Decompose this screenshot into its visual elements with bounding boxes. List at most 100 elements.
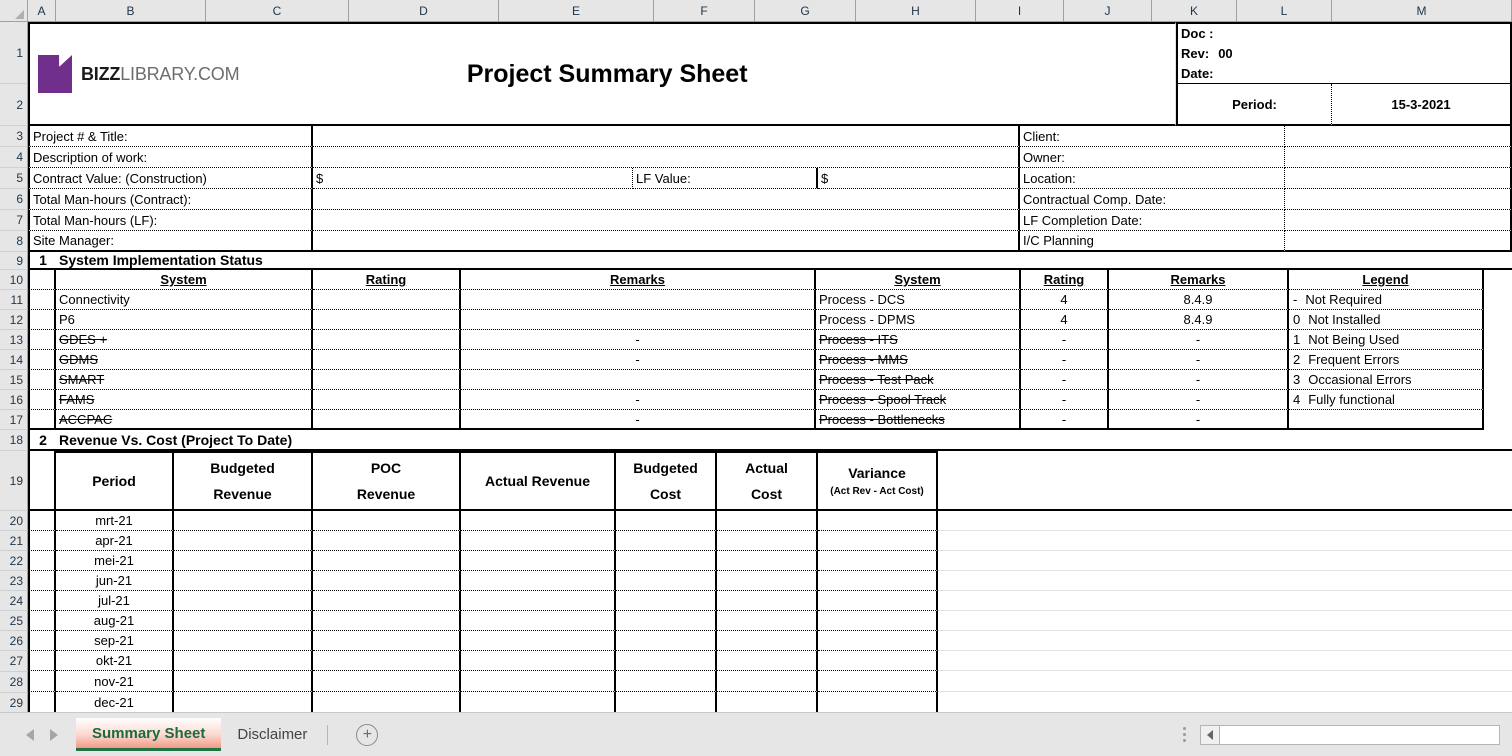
column-header-G[interactable]: G <box>755 0 856 22</box>
s1-right-rating[interactable]: - <box>1021 350 1109 370</box>
lf-value-amount[interactable]: $ <box>818 168 1020 189</box>
s2-actual-cost[interactable] <box>717 611 818 631</box>
row-header-19[interactable]: 19 <box>0 451 28 511</box>
s1-left-rating[interactable] <box>313 310 461 330</box>
row-header-11[interactable]: 11 <box>0 290 28 310</box>
row-header-12[interactable]: 12 <box>0 310 28 330</box>
s2-variance[interactable] <box>818 591 938 611</box>
s2-actual-revenue[interactable] <box>461 531 616 551</box>
select-all-corner[interactable] <box>0 0 28 22</box>
s1-left-remarks[interactable] <box>461 370 816 390</box>
s2-actual-revenue[interactable] <box>461 611 616 631</box>
s2-budgeted-cost[interactable] <box>616 611 717 631</box>
s2-variance[interactable] <box>818 611 938 631</box>
row-header-17[interactable]: 17 <box>0 410 28 430</box>
s2-budgeted-cost[interactable] <box>616 631 717 651</box>
s2-actual-revenue[interactable] <box>461 671 616 692</box>
contractual-comp-date-value[interactable] <box>1285 189 1512 210</box>
s1-left-system[interactable]: Connectivity <box>56 290 313 310</box>
row-header-27[interactable]: 27 <box>0 651 28 672</box>
s2-budgeted-cost[interactable] <box>616 651 717 671</box>
row-header-22[interactable]: 22 <box>0 551 28 571</box>
s2-budgeted-revenue[interactable] <box>174 551 313 571</box>
s1-right-system[interactable]: Process - Spool Track <box>816 390 1021 410</box>
column-header-B[interactable]: B <box>56 0 206 22</box>
s2-variance[interactable] <box>818 671 938 692</box>
s2-poc-revenue[interactable] <box>313 591 461 611</box>
table-row[interactable]: FAMS - Process - Spool Track - - 4 Fully… <box>28 390 1512 410</box>
s2-budgeted-cost[interactable] <box>616 671 717 692</box>
s1-right-remarks[interactable]: 8.4.9 <box>1109 290 1289 310</box>
total-manhours-contract-value[interactable] <box>313 189 1020 210</box>
s2-budgeted-revenue[interactable] <box>174 651 313 671</box>
column-header-C[interactable]: C <box>206 0 349 22</box>
sheet-tab-summary-sheet[interactable]: Summary Sheet <box>76 718 222 751</box>
s1-left-system[interactable]: ACCPAC <box>56 410 313 430</box>
s2-variance[interactable] <box>818 651 938 671</box>
row-header-23[interactable]: 23 <box>0 571 28 591</box>
s2-actual-cost[interactable] <box>717 551 818 571</box>
s2-budgeted-cost[interactable] <box>616 692 717 713</box>
table-row[interactable]: okt-21 <box>28 651 1512 671</box>
s1-left-rating[interactable] <box>313 290 461 310</box>
next-sheet-arrow-icon[interactable] <box>50 728 58 741</box>
s1-right-remarks[interactable]: 8.4.9 <box>1109 310 1289 330</box>
column-header-D[interactable]: D <box>349 0 499 22</box>
column-header-I[interactable]: I <box>976 0 1064 22</box>
row-header-9[interactable]: 9 <box>0 252 28 270</box>
s2-actual-revenue[interactable] <box>461 591 616 611</box>
row-header-18[interactable]: 18 <box>0 430 28 451</box>
scroll-left-arrow-icon[interactable] <box>1200 724 1220 745</box>
s1-left-system[interactable]: GDES + <box>56 330 313 350</box>
s1-left-system[interactable]: GDMS <box>56 350 313 370</box>
s1-left-system[interactable]: FAMS <box>56 390 313 410</box>
s1-left-system[interactable]: P6 <box>56 310 313 330</box>
s2-poc-revenue[interactable] <box>313 611 461 631</box>
s2-poc-revenue[interactable] <box>313 631 461 651</box>
row-header-2[interactable]: 2 <box>0 84 28 126</box>
s1-left-rating[interactable] <box>313 370 461 390</box>
s2-actual-cost[interactable] <box>717 511 818 531</box>
row-header-21[interactable]: 21 <box>0 531 28 551</box>
split-grip-handle[interactable] <box>1183 727 1186 742</box>
table-row[interactable]: SMART Process - Test Pack - - 3 Occasion… <box>28 370 1512 390</box>
s1-left-remarks[interactable] <box>461 310 816 330</box>
column-header-K[interactable]: K <box>1152 0 1237 22</box>
row-header-24[interactable]: 24 <box>0 591 28 611</box>
s2-variance[interactable] <box>818 631 938 651</box>
owner-value[interactable] <box>1285 147 1512 168</box>
row-header-26[interactable]: 26 <box>0 631 28 651</box>
s1-left-remarks[interactable]: - <box>461 330 816 350</box>
s1-left-rating[interactable] <box>313 410 461 430</box>
row-header-20[interactable]: 20 <box>0 511 28 531</box>
location-value[interactable] <box>1285 168 1512 189</box>
s2-actual-cost[interactable] <box>717 591 818 611</box>
table-row[interactable]: mrt-21 <box>28 511 1512 531</box>
add-sheet-icon[interactable]: + <box>356 723 379 746</box>
s2-budgeted-revenue[interactable] <box>174 591 313 611</box>
table-row[interactable]: jul-21 <box>28 591 1512 611</box>
table-row[interactable]: aug-21 <box>28 611 1512 631</box>
s1-right-system[interactable]: Process - ITS <box>816 330 1021 350</box>
ic-planning-value[interactable] <box>1285 231 1512 252</box>
s1-right-system[interactable]: Process - Bottlenecks <box>816 410 1021 430</box>
s2-budgeted-revenue[interactable] <box>174 611 313 631</box>
row-header-6[interactable]: 6 <box>0 189 28 210</box>
s2-variance[interactable] <box>818 531 938 551</box>
s2-poc-revenue[interactable] <box>313 651 461 671</box>
s2-period[interactable]: mrt-21 <box>56 511 174 531</box>
row-header-15[interactable]: 15 <box>0 370 28 390</box>
s2-actual-cost[interactable] <box>717 571 818 591</box>
s2-period[interactable]: sep-21 <box>56 631 174 651</box>
s2-actual-revenue[interactable] <box>461 692 616 713</box>
column-header-M[interactable]: M <box>1332 0 1512 22</box>
sheet-tab-disclaimer[interactable]: Disclaimer <box>221 720 323 750</box>
row-header-29[interactable]: 29 <box>0 693 28 714</box>
s2-budgeted-cost[interactable] <box>616 511 717 531</box>
row-header-16[interactable]: 16 <box>0 390 28 410</box>
s2-budgeted-revenue[interactable] <box>174 571 313 591</box>
contract-value-amount[interactable]: $ <box>313 168 633 189</box>
s2-actual-cost[interactable] <box>717 531 818 551</box>
s2-actual-cost[interactable] <box>717 692 818 713</box>
s1-right-rating[interactable]: - <box>1021 330 1109 350</box>
